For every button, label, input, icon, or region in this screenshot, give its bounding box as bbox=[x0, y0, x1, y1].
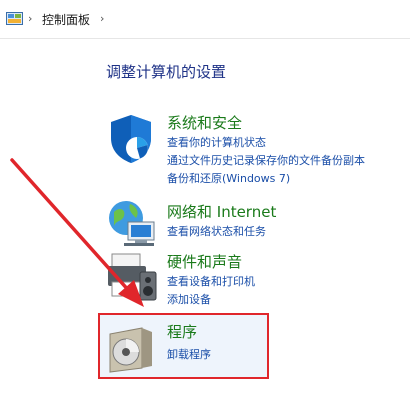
breadcrumb-control-panel[interactable]: 控制面板 bbox=[42, 11, 90, 28]
link-add-device[interactable]: 添加设备 bbox=[167, 291, 211, 307]
chevron-right-icon[interactable]: › bbox=[100, 12, 104, 25]
link-devices-printers[interactable]: 查看设备和打印机 bbox=[167, 273, 255, 289]
category-title-programs[interactable]: 程序 bbox=[167, 321, 197, 342]
shield-icon[interactable] bbox=[104, 112, 158, 166]
control-panel-icon[interactable] bbox=[6, 12, 23, 25]
chevron-right-icon[interactable]: › bbox=[28, 12, 32, 25]
category-title-network-internet[interactable]: 网络和 Internet bbox=[167, 201, 276, 222]
link-backup-restore[interactable]: 备份和还原(Windows 7) bbox=[167, 170, 290, 186]
link-view-computer-status[interactable]: 查看你的计算机状态 bbox=[167, 134, 266, 150]
printer-speaker-icon[interactable] bbox=[104, 250, 158, 304]
link-network-status[interactable]: 查看网络状态和任务 bbox=[167, 223, 266, 239]
address-bar: › 控制面板 › bbox=[0, 0, 410, 39]
programs-disc-icon[interactable] bbox=[104, 322, 158, 376]
page-title: 调整计算机的设置 bbox=[106, 63, 227, 81]
link-file-history-backup[interactable]: 通过文件历史记录保存你的文件备份副本 bbox=[167, 152, 365, 168]
link-uninstall-program[interactable]: 卸载程序 bbox=[167, 346, 211, 362]
network-globe-icon[interactable] bbox=[104, 196, 158, 250]
category-title-system-security[interactable]: 系统和安全 bbox=[167, 112, 242, 133]
category-title-hardware-sound[interactable]: 硬件和声音 bbox=[167, 251, 242, 272]
